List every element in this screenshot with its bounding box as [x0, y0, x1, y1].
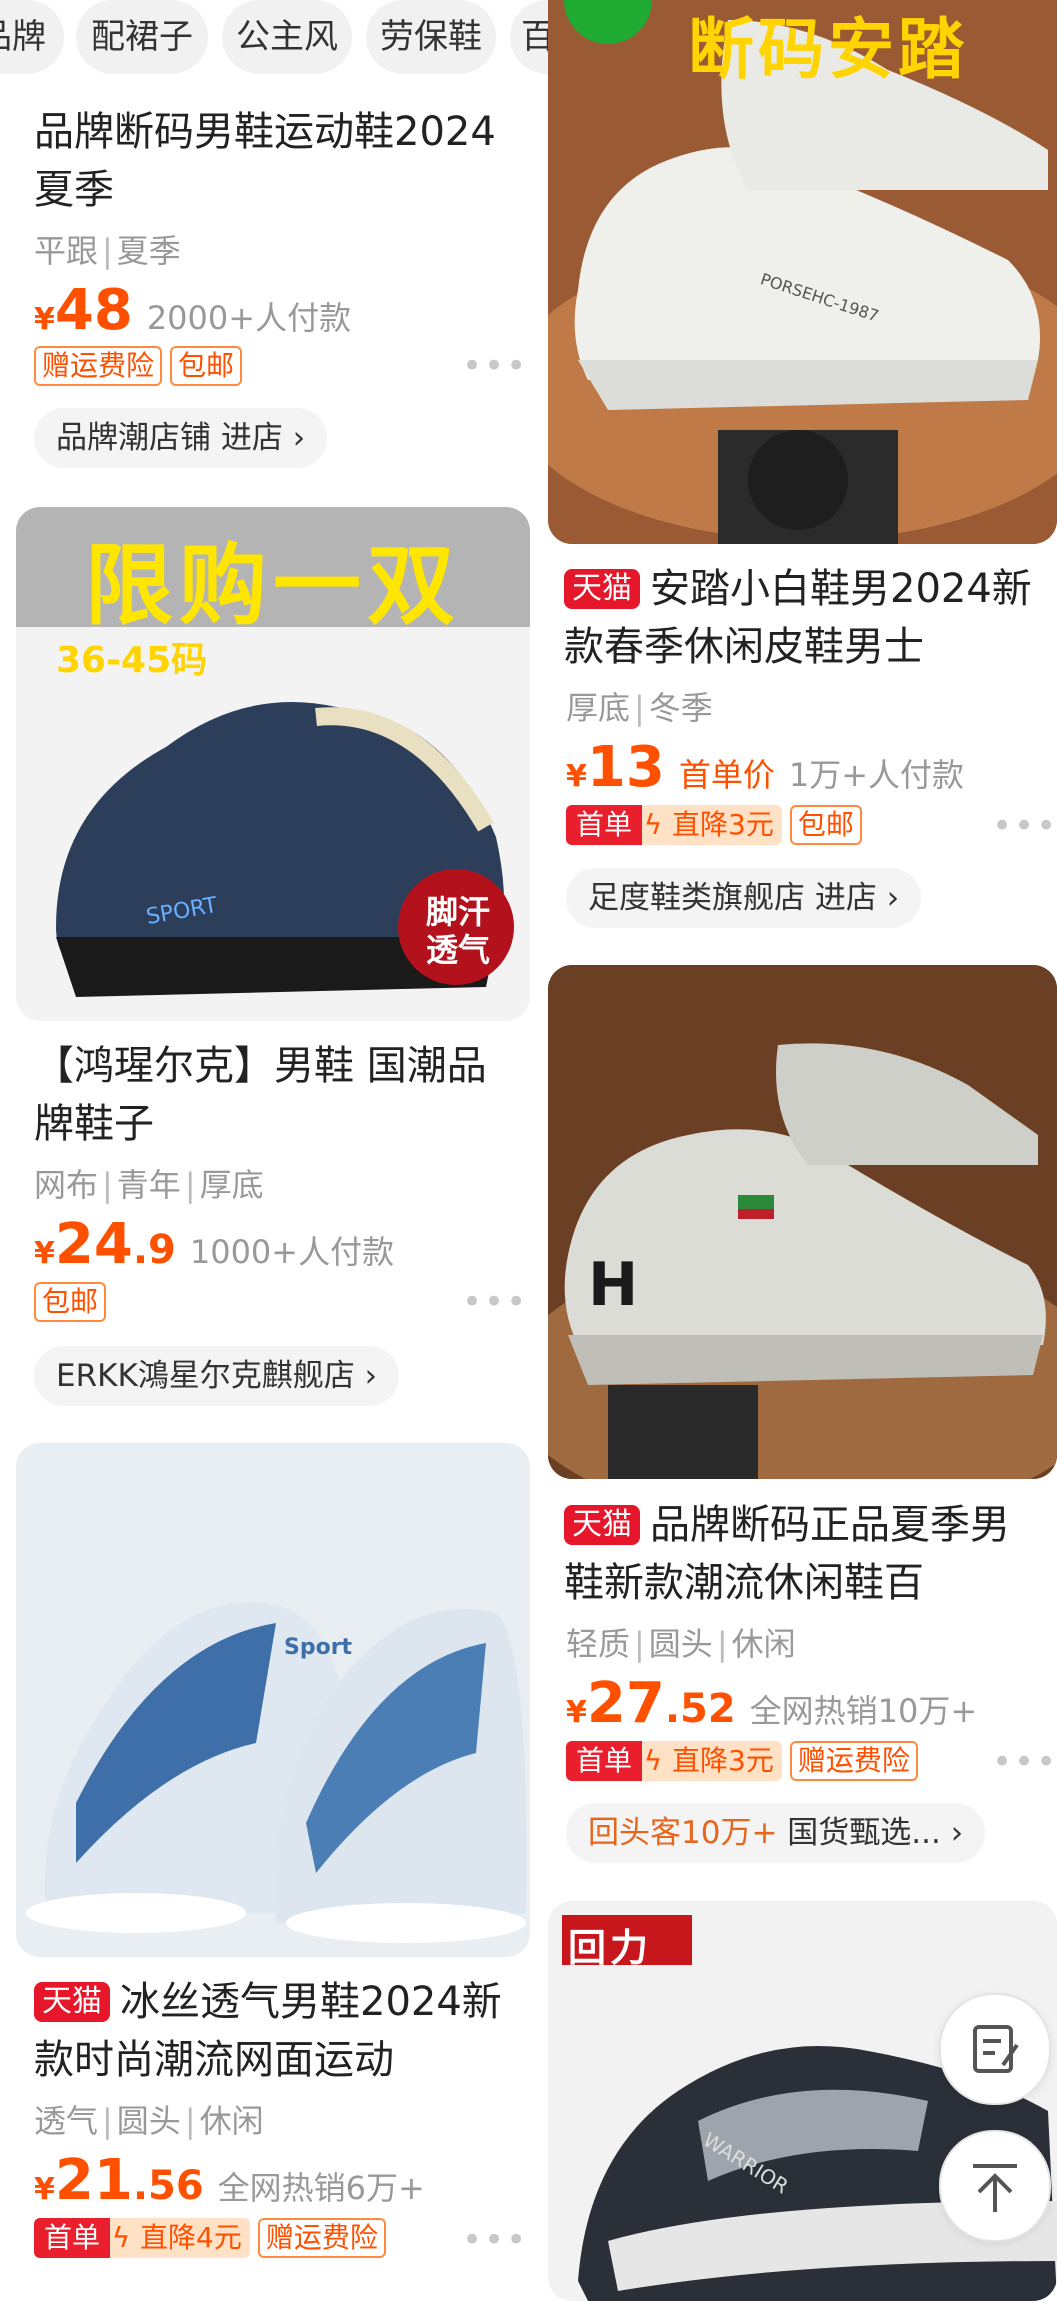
- tmall-badge: 天猫: [34, 1982, 110, 2022]
- product-price: ¥21.56 全网热销6万+: [34, 2148, 425, 2213]
- price-decimal: .52: [664, 1686, 736, 1732]
- bolt-icon: ϟ: [110, 2218, 133, 2258]
- sales-count: 1万+人付款: [788, 756, 965, 794]
- shop-link[interactable]: ERKK鴻星尔克麒舰店 ›: [34, 1346, 400, 1406]
- product-image[interactable]: 断码安踏 PORSEHC-1987: [548, 0, 1057, 544]
- tmall-badge: 天猫: [564, 1505, 640, 1545]
- shoe-brand-text: Sport: [284, 1635, 353, 1660]
- svg-text:H: H: [588, 1250, 638, 1320]
- attr: 轻质: [566, 1625, 631, 1663]
- edit-note-icon: [973, 2025, 1019, 2073]
- shoe-illustration: [16, 1443, 530, 1957]
- product-attributes: 厚底 | 冬季: [566, 689, 713, 727]
- promo-badges: 首单 ϟ 直降3元 赠运费险: [566, 1741, 926, 1781]
- attr: 透气: [34, 2102, 99, 2140]
- price-drop-badge: 直降4元: [132, 2218, 250, 2258]
- sales-count: 全网热销10万+: [749, 1692, 978, 1730]
- badge: 赠运费险: [34, 346, 163, 386]
- price-drop-badge: 直降3元: [664, 805, 782, 845]
- badge: 包邮: [34, 1282, 107, 1322]
- tmall-badge: 天猫: [564, 569, 640, 609]
- back-to-top-icon: [973, 2164, 1017, 2212]
- product-price: ¥27.52 全网热销10万+: [566, 1671, 978, 1736]
- more-dots-icon[interactable]: •••: [462, 2220, 528, 2260]
- sweat-badge: 脚汗透气: [425, 893, 490, 969]
- attr: 平跟: [34, 232, 99, 270]
- product-title[interactable]: 天猫 安踏小白鞋男2024新款春季休闲皮鞋男士: [564, 560, 1044, 676]
- attr: 圆头: [116, 2102, 181, 2140]
- price-value: 13: [586, 735, 665, 800]
- price-value: 27: [586, 1671, 665, 1736]
- sales-count: 1000+人付款: [189, 1233, 395, 1271]
- price-decimal: .56: [132, 2163, 204, 2209]
- product-title[interactable]: 天猫 冰丝透气男鞋2024新款时尚潮流网面运动: [34, 1973, 524, 2089]
- shop-link[interactable]: 足度鞋类旗舰店 进店 ›: [566, 868, 922, 928]
- shop-highlight: 回头客10万+: [588, 1815, 778, 1851]
- product-attributes: 网布 | 青年 | 厚底: [34, 1166, 264, 1204]
- more-dots-icon[interactable]: •••: [992, 1742, 1057, 1782]
- product-attributes: 平跟 | 夏季: [34, 232, 181, 270]
- attr: 厚底: [566, 689, 631, 727]
- product-attributes: 轻质 | 圆头 | 休闲: [566, 1625, 796, 1663]
- product-image[interactable]: 限购一双 36-45码 SPORT 脚汗透气: [16, 507, 530, 1021]
- bolt-icon: ϟ: [642, 1741, 665, 1781]
- attr: 休闲: [199, 2102, 264, 2140]
- attr: 夏季: [116, 232, 181, 270]
- product-price: ¥24.9 1000+人付款: [34, 1212, 395, 1277]
- price-drop-badge: 直降3元: [664, 1741, 782, 1781]
- promo-banner: 限购一双: [84, 534, 461, 637]
- chip-work-shoes[interactable]: 劳保鞋: [366, 0, 496, 74]
- shoe-illustration: H: [548, 965, 1057, 1479]
- product-title[interactable]: 天猫 品牌断码正品夏季男鞋新款潮流休闲鞋百: [564, 1496, 1044, 1612]
- attr: 冬季: [648, 689, 713, 727]
- badge: 包邮: [789, 805, 862, 845]
- badge: 包邮: [170, 346, 243, 386]
- bolt-icon: ϟ: [642, 805, 665, 845]
- first-order-badge: 首单: [566, 805, 643, 845]
- chip-brand[interactable]: 品牌: [0, 0, 64, 74]
- price-value: 21: [54, 2148, 133, 2213]
- attr: 网布: [34, 1166, 99, 1204]
- more-dots-icon[interactable]: •••: [462, 1282, 528, 1322]
- promo-badges: 首单 ϟ 直降4元 赠运费险: [34, 2218, 394, 2258]
- edit-note-button[interactable]: [939, 1993, 1051, 2105]
- price-value: 24: [54, 1212, 133, 1277]
- sales-count: 2000+人付款: [146, 299, 352, 337]
- promo-badges: 赠运费险 包邮: [34, 346, 250, 386]
- price-decimal: .9: [132, 1227, 176, 1273]
- shop-link[interactable]: 回头客10万+ 国货甄选... ›: [566, 1803, 986, 1863]
- product-image[interactable]: H: [548, 965, 1057, 1479]
- first-order-badge: 首单: [34, 2218, 111, 2258]
- more-dots-icon[interactable]: •••: [462, 346, 528, 386]
- attr: 休闲: [731, 1625, 796, 1663]
- product-image[interactable]: Sport: [16, 1443, 530, 1957]
- attr: 青年: [116, 1166, 181, 1204]
- product-title[interactable]: 品牌断码男鞋运动鞋2024夏季: [34, 103, 524, 219]
- product-price: ¥13 首单价 1万+人付款: [566, 735, 965, 800]
- back-to-top-button[interactable]: [939, 2130, 1051, 2242]
- brand-logo: 回力: [568, 1926, 653, 1970]
- badge: 赠运费险: [789, 1741, 918, 1781]
- shop-link[interactable]: 品牌潮店铺 进店 ›: [34, 408, 328, 468]
- more-dots-icon[interactable]: •••: [992, 806, 1057, 846]
- promo-badges: 包邮: [34, 1282, 114, 1322]
- product-attributes: 透气 | 圆头 | 休闲: [34, 2102, 264, 2140]
- first-order-badge: 首单: [566, 1741, 643, 1781]
- attr: 圆头: [648, 1625, 713, 1663]
- attr: 厚底: [199, 1166, 264, 1204]
- promo-banner: 断码安踏: [688, 11, 968, 88]
- shop-name: 国货甄选... ›: [777, 1815, 964, 1851]
- product-title[interactable]: 【鸿瑆尔克】男鞋 国潮品牌鞋子: [34, 1037, 524, 1153]
- price-value: 48: [54, 278, 133, 343]
- promo-badges: 首单 ϟ 直降3元 包邮: [566, 805, 870, 845]
- product-price: ¥48 2000+人付款: [34, 278, 352, 343]
- price-tag: 首单价: [678, 756, 775, 794]
- sales-count: 全网热销6万+: [217, 2169, 425, 2207]
- badge: 赠运费险: [257, 2218, 386, 2258]
- size-range: 36-45码: [56, 640, 208, 681]
- chip-princess[interactable]: 公主风: [222, 0, 352, 74]
- chip-skirt[interactable]: 配裙子: [76, 0, 208, 74]
